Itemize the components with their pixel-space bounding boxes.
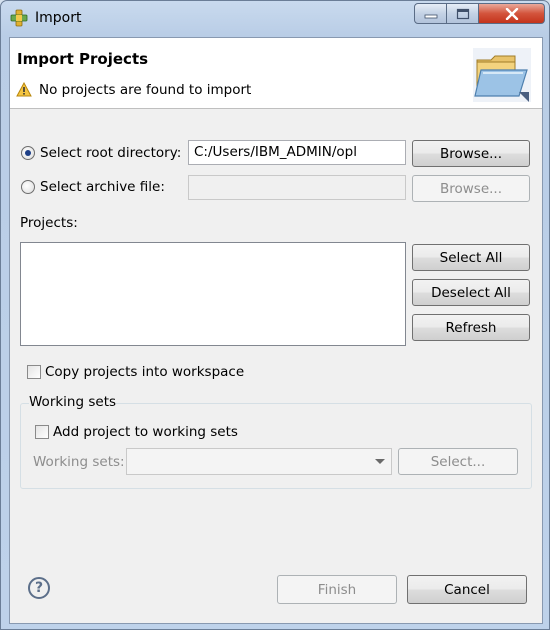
- add-to-working-sets-label[interactable]: Add project to working sets: [53, 424, 238, 440]
- working-sets-combo: [126, 448, 392, 475]
- title-bar[interactable]: Import: [1, 1, 549, 37]
- cancel-button[interactable]: Cancel: [407, 575, 527, 604]
- projects-list[interactable]: [20, 242, 406, 346]
- working-sets-combo-label: Working sets:: [33, 454, 125, 470]
- import-dialog: Import Import Projects No projects are f…: [0, 0, 550, 630]
- root-browse-button[interactable]: Browse...: [412, 140, 530, 167]
- finish-button: Finish: [277, 575, 397, 604]
- deselect-all-button[interactable]: Deselect All: [412, 279, 530, 306]
- eclipse-plugin-icon: [10, 9, 28, 27]
- help-icon[interactable]: ?: [28, 577, 50, 599]
- working-sets-group-title: Working sets: [29, 394, 117, 410]
- window-title: Import: [35, 10, 82, 26]
- archive-browse-button: Browse...: [412, 175, 530, 202]
- dialog-content: Import Projects No projects are found to…: [9, 37, 543, 624]
- working-sets-group: [20, 403, 532, 489]
- folder-icon: [473, 48, 531, 102]
- archive-file-field: [188, 175, 406, 200]
- copy-projects-label[interactable]: Copy projects into workspace: [45, 364, 244, 380]
- minimize-button[interactable]: [414, 3, 447, 24]
- close-button[interactable]: [479, 3, 545, 24]
- projects-label: Projects:: [20, 215, 78, 231]
- status-message: No projects are found to import: [39, 82, 252, 98]
- root-directory-radio[interactable]: [21, 146, 35, 160]
- select-all-button[interactable]: Select All: [412, 244, 530, 271]
- chevron-down-icon: [375, 459, 385, 464]
- page-title: Import Projects: [17, 50, 149, 68]
- maximize-button[interactable]: [447, 3, 479, 24]
- header-banner: Import Projects No projects are found to…: [10, 38, 542, 109]
- warning-icon: [16, 82, 32, 97]
- archive-file-label[interactable]: Select archive file:: [40, 179, 165, 195]
- close-icon: [505, 7, 518, 20]
- archive-file-radio[interactable]: [21, 180, 35, 194]
- minimize-icon: [424, 14, 437, 18]
- working-sets-select-button: Select...: [398, 448, 518, 475]
- maximize-icon: [456, 8, 469, 19]
- add-to-working-sets-checkbox[interactable]: [35, 425, 49, 439]
- copy-projects-checkbox[interactable]: [27, 365, 41, 379]
- root-directory-field[interactable]: C:/Users/IBM_ADMIN/opl: [188, 140, 406, 165]
- refresh-button[interactable]: Refresh: [412, 314, 530, 341]
- root-directory-label[interactable]: Select root directory:: [40, 145, 181, 161]
